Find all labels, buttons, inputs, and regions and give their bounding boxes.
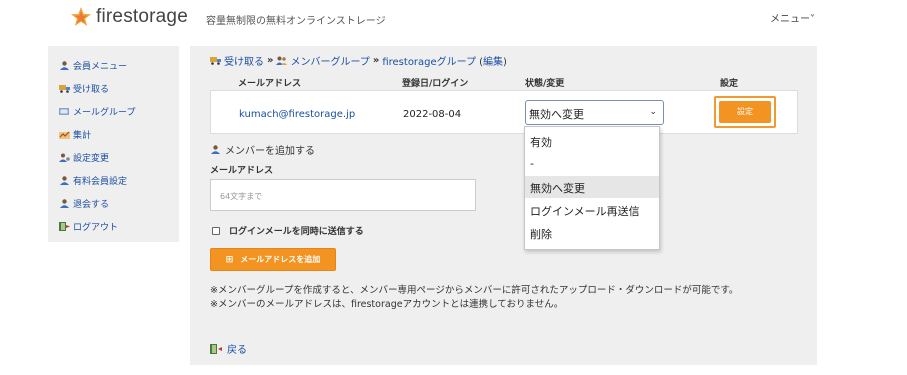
back-link[interactable]: 戻る (210, 341, 247, 356)
sidebar-item-unsubscribe[interactable]: 退会する (59, 197, 109, 210)
sidebar-item-label: 受け取る (73, 85, 110, 95)
chart-icon (59, 131, 70, 139)
column-header-email: メールアドレス (238, 79, 302, 89)
sidebar-item-label: ログアウト (73, 223, 119, 233)
back-icon (210, 343, 222, 354)
column-header-setting: 設定 (720, 79, 739, 89)
column-header-date: 登録日/ログイン (402, 79, 469, 89)
member-email-link[interactable]: kumach@firestorage.jp (239, 109, 355, 120)
email-field-label: メールアドレス (210, 166, 274, 176)
truck-icon (59, 85, 70, 93)
sidebar-item-paid-settings[interactable]: 有料会員設定 (59, 174, 127, 187)
member-date: 2022-08-04 (403, 109, 462, 120)
breadcrumb-separator: » (267, 55, 274, 66)
plus-box-icon: ⊞ (225, 254, 234, 265)
status-option-none[interactable]: - (525, 153, 659, 175)
site-tagline: 容量無制限の無料オンラインストレージ (206, 16, 386, 27)
sidebar-item-label: メールグループ (73, 108, 136, 118)
person-icon (60, 61, 69, 70)
sidebar-item-logout[interactable]: ログアウト (59, 220, 118, 233)
sidebar: 会員メニュー 受け取る メールグループ 集計 設定変更 有料会員設定 退会する … (48, 46, 179, 242)
sidebar-item-label: 会員メニュー (73, 62, 128, 72)
mail-group-icon (59, 108, 69, 115)
sidebar-item-label: 有料会員設定 (73, 177, 128, 187)
status-select[interactable]: 無効へ変更 ⌄ (525, 100, 664, 125)
breadcrumb: 受け取る » メンバーグループ » firestorageグループ (編集) (210, 53, 507, 68)
send-login-mail-checkbox[interactable] (212, 226, 220, 235)
sidebar-item-label: 集計 (73, 131, 92, 141)
add-member-title: メンバーを追加する (225, 146, 315, 157)
sidebar-item-receive[interactable]: 受け取る (59, 82, 109, 95)
star-logo-icon (71, 7, 91, 26)
back-link-label: 戻る (227, 345, 247, 356)
person-add-icon (211, 145, 220, 154)
breadcrumb-group-name: firestorageグループ (382, 57, 477, 68)
sidebar-item-label: 退会する (73, 200, 110, 210)
add-email-button-label: メールアドレスを追加 (240, 255, 321, 264)
email-field-placeholder: 64文字まで (220, 192, 263, 201)
set-button-focus-ring: 設定 (714, 96, 776, 128)
send-login-mail-row: ログインメールを同時に送信する (212, 224, 364, 237)
person-exit-icon (60, 199, 69, 208)
breadcrumb-member-group[interactable]: メンバーグループ (290, 53, 369, 68)
status-option-disable[interactable]: 無効へ変更 (525, 176, 659, 198)
add-member-heading: メンバーを追加する (210, 142, 315, 157)
chevron-down-icon: ⌄ (649, 107, 657, 117)
status-option-delete[interactable]: 削除 (525, 222, 659, 244)
email-field[interactable]: 64文字まで (210, 179, 476, 211)
sidebar-item-settings[interactable]: 設定変更 (59, 151, 109, 164)
note-line: ※メンバーグループを作成すると、メンバー専用ページからメンバーに許可されたアップ… (210, 285, 739, 296)
column-header-status: 状態/変更 (525, 79, 565, 89)
person-icon (60, 176, 69, 185)
sidebar-item-label: 設定変更 (73, 154, 110, 164)
sidebar-item-stats[interactable]: 集計 (59, 128, 91, 141)
main-panel: 受け取る » メンバーグループ » firestorageグループ (編集) メ… (190, 46, 817, 365)
breadcrumb-receive[interactable]: 受け取る (224, 53, 264, 68)
truck-icon (210, 57, 221, 65)
site-logo[interactable]: firestorage (70, 6, 188, 28)
edit-close-paren: ) (502, 57, 507, 68)
breadcrumb-separator: » (372, 55, 380, 66)
status-option-enabled[interactable]: 有効 (525, 130, 659, 152)
status-dropdown-list: 有効 - 無効へ変更 ログインメール再送信 削除 (524, 126, 660, 250)
note-line: ※メンバーのメールアドレスは、firestorageアカウントとは連携しておりま… (210, 299, 564, 310)
sidebar-item-mail-group[interactable]: メールグループ (59, 105, 135, 118)
send-login-mail-label[interactable]: ログインメールを同時に送信する (229, 224, 364, 237)
menu-dropdown-button[interactable]: メニュー˅ (770, 10, 815, 25)
logo-text: firestorage (96, 6, 188, 27)
group-icon (276, 56, 288, 65)
settings-person-icon (59, 153, 70, 162)
site-header: firestorage 容量無制限の無料オンラインストレージ メニュー˅ (0, 0, 907, 40)
table-row: kumach@firestorage.jp 2022-08-04 (210, 90, 798, 134)
logout-icon (59, 222, 70, 231)
status-select-value: 無効へ変更 (529, 108, 584, 121)
sidebar-item-member-menu[interactable]: 会員メニュー (59, 59, 127, 72)
edit-link[interactable]: 編集 (483, 57, 503, 68)
status-option-resend-login[interactable]: ログインメール再送信 (525, 199, 659, 221)
set-button[interactable]: 設定 (719, 101, 771, 123)
add-email-button[interactable]: ⊞ メールアドレスを追加 (210, 248, 336, 271)
